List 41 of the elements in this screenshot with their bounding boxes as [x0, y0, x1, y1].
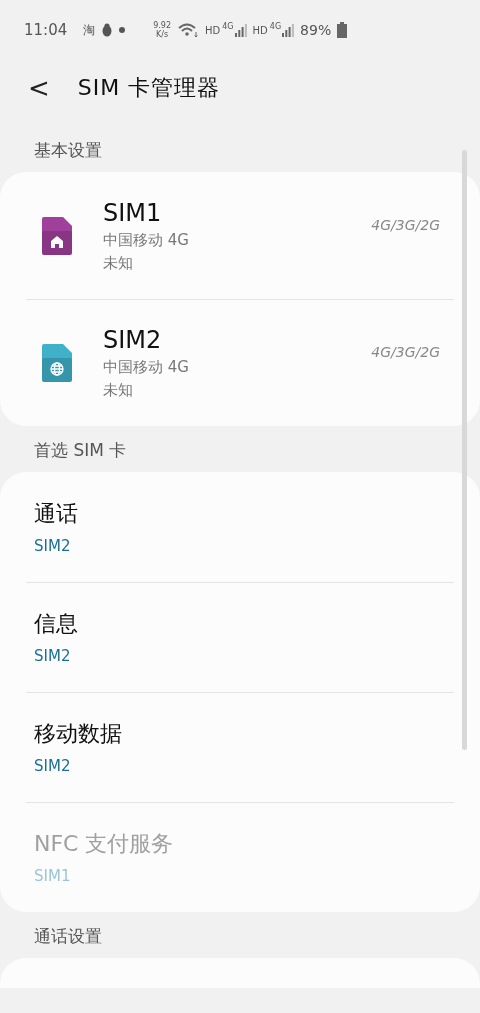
sim-carrier: 中国移动 4G — [103, 357, 190, 377]
back-button[interactable]: < — [20, 69, 58, 107]
battery-percent: 89% — [300, 22, 332, 38]
sim-status: 未知 — [103, 380, 134, 400]
preference-value: SIM2 — [34, 647, 72, 665]
sim-status: 未知 — [103, 253, 134, 273]
network-speed: 9.92 K/s — [153, 21, 172, 39]
network-type: 4G — [269, 22, 282, 31]
sim-network-mode: 4G/3G/2G — [371, 343, 440, 360]
sim-network-mode: 4G/3G/2G — [371, 216, 440, 233]
hd-indicator: HD — [252, 24, 268, 36]
sim-card-row[interactable]: SIM1 中国移动 4G 未知 4G/3G/2G — [0, 172, 480, 299]
sim-name: SIM2 — [103, 325, 163, 354]
preference-label: 通话 — [34, 500, 79, 528]
status-time: 11:04 — [24, 21, 68, 39]
sim-card-globe-icon — [42, 343, 72, 382]
page-title: SIM 卡管理器 — [77, 74, 221, 102]
signal-icon — [282, 23, 295, 37]
preference-value: SIM1 — [34, 867, 72, 885]
preference-row[interactable]: 通话 SIM2 — [0, 472, 480, 582]
notification-dot-icon — [119, 27, 126, 33]
preference-label: NFC 支付服务 — [34, 830, 175, 858]
sim-card-home-icon — [42, 216, 72, 255]
preference-label: 信息 — [34, 610, 79, 638]
signal-icon — [234, 23, 247, 37]
sim-carrier: 中国移动 4G — [103, 230, 190, 250]
preference-row[interactable]: 信息 SIM2 — [0, 582, 480, 692]
preference-value: SIM2 — [34, 757, 72, 775]
preference-row[interactable]: 移动数据 SIM2 — [0, 692, 480, 802]
sim-name: SIM1 — [103, 198, 163, 227]
wifi-icon — [177, 22, 200, 38]
preference-value: SIM2 — [34, 537, 72, 555]
hd-indicator: HD — [205, 24, 221, 36]
section-header: 通话设置 — [33, 925, 103, 948]
section-header: 首选 SIM 卡 — [33, 439, 128, 462]
network-type: 4G — [222, 22, 234, 31]
preference-label: 移动数据 — [34, 720, 123, 748]
app-notification-icon: 淘 — [83, 21, 96, 39]
battery-icon — [337, 22, 348, 38]
section-header: 基本设置 — [33, 139, 103, 162]
sim-card-row[interactable]: SIM2 中国移动 4G 未知 4G/3G/2G — [0, 299, 480, 426]
